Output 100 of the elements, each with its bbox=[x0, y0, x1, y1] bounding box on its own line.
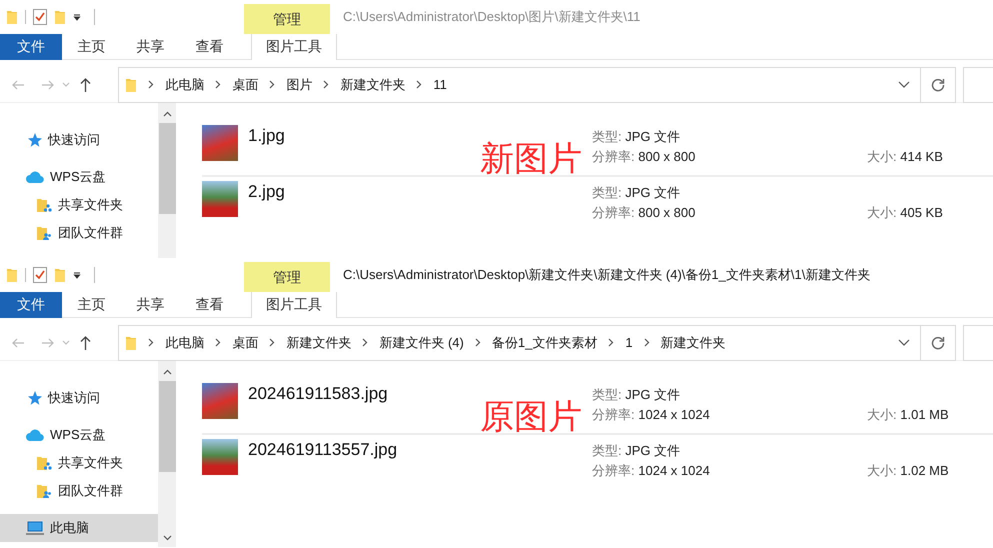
ribbon-tab[interactable]: 图片工具 bbox=[251, 34, 337, 60]
file-resolution: 分辨率: 1024 x 1024 bbox=[592, 462, 711, 480]
scrollbar-thumb[interactable] bbox=[158, 381, 176, 472]
chevron-down-icon[interactable] bbox=[898, 339, 910, 346]
shared-folder-icon bbox=[36, 455, 52, 471]
file-resolution: 分辨率: 1024 x 1024 bbox=[592, 406, 711, 424]
folder-icon bbox=[6, 267, 18, 283]
search-field[interactable] bbox=[963, 66, 993, 102]
context-tab-group: 管理 bbox=[244, 262, 330, 292]
up-arrow-icon[interactable] bbox=[80, 78, 91, 92]
cloud-icon bbox=[26, 429, 44, 441]
chevron-right-icon bbox=[269, 80, 276, 89]
annotation-label: 原图片 bbox=[480, 397, 582, 437]
star-icon bbox=[26, 390, 42, 406]
file-name[interactable]: 2024619113557.jpg bbox=[248, 439, 398, 461]
refresh-icon bbox=[931, 336, 946, 350]
context-tab-group: 管理 bbox=[244, 4, 330, 34]
scroll-up-icon[interactable] bbox=[162, 369, 172, 375]
file-name[interactable]: 1.jpg bbox=[248, 125, 285, 147]
scrollbar[interactable] bbox=[158, 103, 176, 258]
ribbon-tab[interactable]: 主页 bbox=[62, 34, 121, 60]
scroll-up-icon[interactable] bbox=[162, 111, 172, 117]
chevron-right-icon bbox=[323, 80, 330, 89]
file-type: 类型: JPG 文件 bbox=[592, 442, 682, 460]
star-icon bbox=[26, 132, 42, 148]
chevron-right-icon bbox=[362, 338, 368, 347]
ribbon-tab[interactable]: 查看 bbox=[180, 34, 239, 60]
chevron-right-icon bbox=[148, 80, 154, 89]
file-type: 类型: JPG 文件 bbox=[592, 386, 682, 404]
team-folder-icon bbox=[36, 483, 52, 499]
breadcrumb-segment[interactable]: 此电脑 bbox=[165, 74, 204, 94]
up-arrow-icon[interactable] bbox=[80, 336, 91, 350]
computer-icon bbox=[26, 521, 44, 535]
breadcrumb-segment[interactable]: 新建文件夹 bbox=[340, 74, 406, 94]
checklist-icon[interactable] bbox=[33, 267, 47, 283]
file-name[interactable]: 2.jpg bbox=[248, 181, 285, 203]
breadcrumb-segment[interactable]: 1 bbox=[625, 332, 633, 352]
chevron-right-icon bbox=[644, 338, 650, 347]
file-size: 大小: 1.01 MB bbox=[867, 406, 949, 424]
sidebar-item[interactable]: 快速访问 bbox=[0, 126, 158, 154]
sidebar-item[interactable]: 此电脑 bbox=[0, 514, 158, 542]
file-size: 大小: 1.02 MB bbox=[867, 462, 949, 480]
refresh-button[interactable] bbox=[920, 66, 956, 102]
sidebar-item[interactable]: 共享文件夹 bbox=[0, 449, 158, 477]
file-type: 类型: JPG 文件 bbox=[592, 184, 682, 202]
breadcrumb-segment[interactable]: 桌面 bbox=[232, 332, 258, 352]
ribbon-tab[interactable]: 文件 bbox=[0, 292, 62, 318]
sidebar-item[interactable]: 团队文件群 bbox=[0, 219, 158, 247]
breadcrumb-segment[interactable]: 此电脑 bbox=[165, 332, 204, 352]
search-field[interactable] bbox=[963, 324, 993, 360]
breadcrumb-segment[interactable]: 新建文件夹 bbox=[286, 332, 352, 352]
scrollbar-thumb[interactable] bbox=[158, 123, 176, 214]
address-bar[interactable]: 此电脑 桌面 图片 新建文件夹 11 bbox=[118, 66, 921, 102]
breadcrumb-segment[interactable]: 新建文件夹 bbox=[660, 332, 726, 352]
dropdown-icon[interactable] bbox=[73, 271, 81, 279]
photo-placeholder bbox=[202, 383, 238, 419]
ribbon-tab[interactable]: 查看 bbox=[180, 292, 239, 318]
team-folder-icon bbox=[36, 225, 52, 241]
sidebar-item[interactable]: 快速访问 bbox=[0, 384, 158, 412]
file-type: 类型: JPG 文件 bbox=[592, 128, 682, 146]
cloud-icon bbox=[26, 171, 44, 183]
breadcrumb-segment[interactable]: 备份1_文件夹素材 bbox=[492, 332, 598, 352]
folder-icon bbox=[54, 9, 66, 25]
checklist-icon[interactable] bbox=[33, 9, 47, 25]
photo-placeholder bbox=[202, 181, 238, 217]
ribbon-tab[interactable]: 图片工具 bbox=[251, 292, 337, 318]
ribbon-tab[interactable]: 主页 bbox=[62, 292, 121, 318]
sidebar-item[interactable]: 团队文件群 bbox=[0, 477, 158, 505]
window-title: C:\Users\Administrator\Desktop\新建文件夹\新建文件夹 (4)\备份1_文件夹素材\1\新建文件夹 bbox=[343, 266, 870, 284]
scroll-down-icon[interactable] bbox=[162, 535, 172, 541]
dropdown-icon[interactable] bbox=[73, 13, 81, 21]
folder-icon bbox=[6, 9, 18, 25]
refresh-icon bbox=[931, 78, 946, 92]
chevron-right-icon bbox=[148, 338, 154, 347]
photo-placeholder bbox=[202, 125, 238, 161]
folder-icon bbox=[125, 76, 138, 92]
breadcrumb-segment[interactable]: 11 bbox=[433, 74, 447, 94]
photo-placeholder bbox=[202, 439, 238, 475]
chevron-right-icon bbox=[474, 338, 481, 347]
breadcrumb-segment[interactable]: 图片 bbox=[286, 74, 312, 94]
scrollbar[interactable] bbox=[158, 361, 176, 547]
breadcrumb-segment[interactable]: 新建文件夹 (4) bbox=[379, 332, 464, 352]
folder-icon bbox=[125, 334, 138, 350]
chevron-right-icon bbox=[215, 338, 222, 347]
ribbon-tab[interactable]: 共享 bbox=[121, 34, 180, 60]
ribbon-tab[interactable]: 文件 bbox=[0, 34, 62, 60]
sidebar-item[interactable]: 共享文件夹 bbox=[0, 191, 158, 219]
annotation-label: 新图片 bbox=[480, 139, 582, 179]
shared-folder-icon bbox=[36, 197, 52, 213]
file-size: 大小: 405 KB bbox=[867, 204, 943, 222]
file-resolution: 分辨率: 800 x 800 bbox=[592, 204, 696, 222]
file-name[interactable]: 202461911583.jpg bbox=[248, 383, 388, 405]
sidebar-item[interactable]: WPS云盘 bbox=[0, 163, 158, 191]
refresh-button[interactable] bbox=[920, 324, 956, 360]
sidebar-item[interactable]: WPS云盘 bbox=[0, 421, 158, 449]
chevron-down-icon[interactable] bbox=[898, 81, 910, 88]
breadcrumb-segment[interactable]: 桌面 bbox=[232, 74, 258, 94]
address-bar[interactable]: 此电脑 桌面 新建文件夹 新建文件夹 (4) 备份1_文件夹素材 1 新建文件夹 bbox=[118, 324, 921, 360]
file-size: 大小: 414 KB bbox=[867, 148, 943, 166]
ribbon-tab[interactable]: 共享 bbox=[121, 292, 180, 318]
